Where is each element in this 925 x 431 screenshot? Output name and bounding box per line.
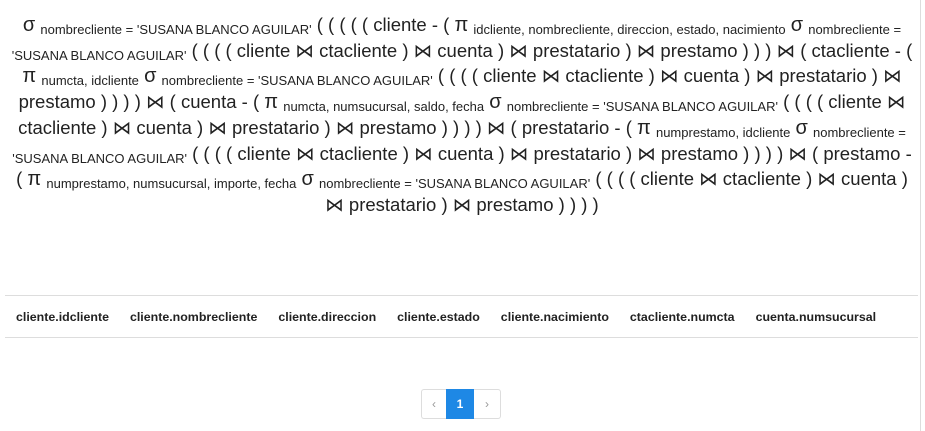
column-header: cliente.estado [397,309,480,324]
expression-text: ( ( ( ( cliente ⋈ ctacliente ) ⋈ cuenta … [191,40,913,61]
selection-operator: σ [489,91,502,113]
column-header: cliente.idcliente [16,309,109,324]
column-header: ctacliente.numcta [629,309,735,324]
table-header-row: cliente.idcliente cliente.nombrecliente cl… [5,296,918,337]
selection-operator: σ [790,14,804,36]
operator-subscript: nombrecliente = 'SUSANA BLANCO AGUILAR' [318,176,591,191]
column-header: cliente.direccion [278,309,377,324]
operator-subscript: idcliente, nombrecliente, direccion, est… [473,22,786,37]
operator-subscript: numcta, idcliente [41,73,139,88]
selection-operator: σ [144,65,157,87]
column-header: cliente.nombrecliente [129,309,258,324]
next-page-button[interactable]: › [474,389,501,419]
operator-subscript: nombrecliente = 'SUSANA BLANCO AGUILAR' [161,73,433,88]
page-1-button[interactable]: 1 [446,389,474,419]
column-header: cuenta.numsucursal [755,309,877,324]
projection-operator: π [27,168,42,190]
results-table: cliente.idcliente cliente.nombrecliente cl… [5,295,918,338]
scroll-region-edge [920,0,921,431]
selection-operator: σ [301,168,314,190]
previous-page-button[interactable]: ‹ [421,389,446,419]
projection-operator: π [454,14,469,36]
expression-text: ( ( ( ( ( cliente - ( [316,14,455,35]
selection-operator: σ [22,14,36,36]
operator-subscript: numprestamo, idcliente [655,125,791,140]
operator-subscript: numprestamo, numsucursal, importe, fecha [46,176,297,191]
projection-operator: π [637,117,651,139]
operator-subscript: numcta, numsucursal, saldo, fecha [283,99,485,114]
pagination: ‹ 1 › [421,389,501,419]
column-header: cliente.nacimiento [500,309,609,324]
relational-algebra-expression: σ nombrecliente = 'SUSANA BLANCO AGUILAR… [8,12,916,217]
operator-subscript: nombrecliente = 'SUSANA BLANCO AGUILAR' [506,99,778,114]
operator-subscript: nombrecliente = 'SUSANA BLANCO AGUILAR' [40,22,312,37]
projection-operator: π [22,65,37,87]
selection-operator: σ [795,117,808,139]
projection-operator: π [264,91,279,113]
